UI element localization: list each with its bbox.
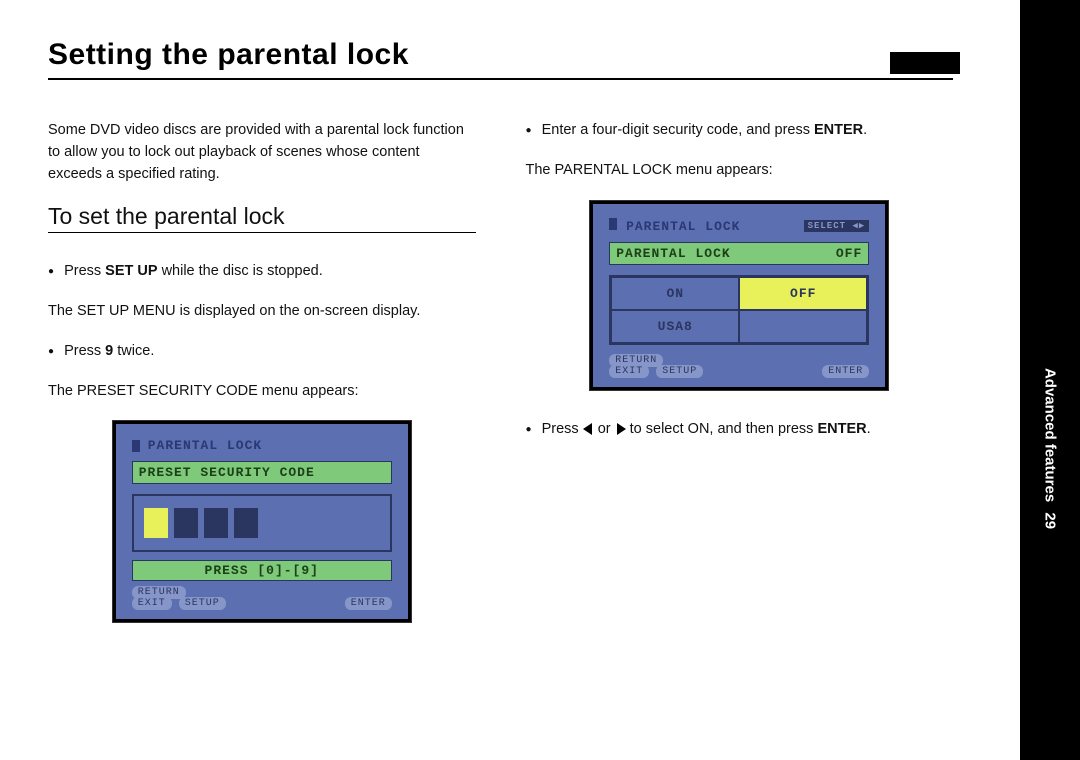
osd2-footer: RETURN EXIT SETUP ENTER bbox=[609, 355, 869, 377]
manual-page: Setting the parental lock Some DVD video… bbox=[0, 0, 1020, 760]
step-4-bold: ENTER bbox=[817, 421, 866, 437]
osd1-code-box bbox=[132, 494, 392, 552]
osd2-highlight-bar: PARENTAL LOCK OFF bbox=[609, 242, 869, 265]
osd2-opt-on: ON bbox=[611, 277, 739, 310]
section-heading: To set the parental lock bbox=[48, 203, 476, 233]
code-digit-2 bbox=[174, 508, 198, 538]
osd1-setup: SETUP bbox=[179, 597, 226, 610]
step-2-pre: Press bbox=[64, 343, 105, 359]
osd1-title: PARENTAL LOCK bbox=[148, 438, 262, 453]
osd2-marker-icon bbox=[609, 218, 617, 230]
step-2-result: The PRESET SECURITY CODE menu appears: bbox=[48, 381, 476, 403]
code-digit-3 bbox=[204, 508, 228, 538]
step-4-post: to select ON, and then press bbox=[626, 421, 818, 437]
osd2-bar-label: PARENTAL LOCK bbox=[616, 246, 730, 261]
osd2-select-tag: SELECT ◀▶ bbox=[804, 220, 870, 232]
osd1-enter: ENTER bbox=[345, 597, 392, 610]
osd2-title-row: PARENTAL LOCK SELECT ◀▶ bbox=[609, 218, 869, 234]
intro-paragraph: Some DVD video discs are provided with a… bbox=[48, 120, 476, 185]
side-tab-text: Advanced features bbox=[1042, 368, 1059, 502]
step-2: Press 9 twice. bbox=[48, 341, 476, 363]
step-1-bold: SET UP bbox=[105, 263, 157, 279]
osd2-setup: SETUP bbox=[656, 365, 703, 378]
osd1-hint: PRESS [0]-[9] bbox=[132, 560, 392, 581]
page-number: 29 bbox=[1042, 512, 1059, 529]
step-1-result: The SET UP MENU is displayed on the on-s… bbox=[48, 301, 476, 323]
osd1-title-row: PARENTAL LOCK bbox=[132, 438, 392, 453]
code-digit-4 bbox=[234, 508, 258, 538]
two-column-layout: Some DVD video discs are provided with a… bbox=[48, 120, 953, 651]
step-4-mid: or bbox=[594, 421, 615, 437]
step-3-result: The PARENTAL LOCK menu appears: bbox=[526, 160, 954, 182]
right-arrow-icon bbox=[617, 423, 626, 435]
osd1-highlight-bar: PRESET SECURITY CODE bbox=[132, 461, 392, 484]
osd1-footer: RETURN EXIT SETUP ENTER bbox=[132, 587, 392, 609]
osd2-opt-usa8: USA8 bbox=[611, 310, 739, 343]
osd2-option-grid: ON OFF USA8 bbox=[609, 275, 869, 345]
code-digit-1 bbox=[144, 508, 168, 538]
osd2-opt-off: OFF bbox=[739, 277, 867, 310]
left-column: Some DVD video discs are provided with a… bbox=[48, 120, 476, 651]
osd2-enter: ENTER bbox=[822, 365, 869, 378]
step-3-bold: ENTER bbox=[814, 122, 863, 138]
left-arrow-icon bbox=[583, 423, 592, 435]
osd-screenshot-2: PARENTAL LOCK SELECT ◀▶ PARENTAL LOCK OF… bbox=[589, 200, 889, 391]
step-4-pre: Press bbox=[542, 421, 583, 437]
osd-screenshot-1: PARENTAL LOCK PRESET SECURITY CODE PRESS… bbox=[112, 420, 412, 623]
step-3: Enter a four-digit security code, and pr… bbox=[526, 120, 954, 142]
step-1: Press SET UP while the disc is stopped. bbox=[48, 261, 476, 283]
step-1-pre: Press bbox=[64, 263, 105, 279]
section-side-tab: Advanced features 29 bbox=[1020, 0, 1080, 760]
step-2-post: twice. bbox=[113, 343, 154, 359]
step-4: Press or to select ON, and then press EN… bbox=[526, 419, 954, 441]
osd2-opt-blank bbox=[739, 310, 867, 343]
step-3-post: . bbox=[863, 122, 867, 138]
step-1-post: while the disc is stopped. bbox=[158, 263, 323, 279]
step-4-end: . bbox=[867, 421, 871, 437]
osd1-bar-text: PRESET SECURITY CODE bbox=[139, 465, 315, 480]
osd1-exit: EXIT bbox=[132, 597, 172, 610]
osd2-title: PARENTAL LOCK bbox=[626, 219, 740, 234]
osd2-bar-value: OFF bbox=[836, 246, 862, 261]
step-3-pre: Enter a four-digit security code, and pr… bbox=[542, 122, 814, 138]
osd1-marker-icon bbox=[132, 440, 140, 452]
side-tab-label: Advanced features 29 bbox=[1042, 368, 1059, 529]
page-title: Setting the parental lock bbox=[48, 38, 953, 80]
section-marker-box bbox=[890, 52, 960, 74]
right-column: Enter a four-digit security code, and pr… bbox=[526, 120, 954, 651]
osd2-exit: EXIT bbox=[609, 365, 649, 378]
